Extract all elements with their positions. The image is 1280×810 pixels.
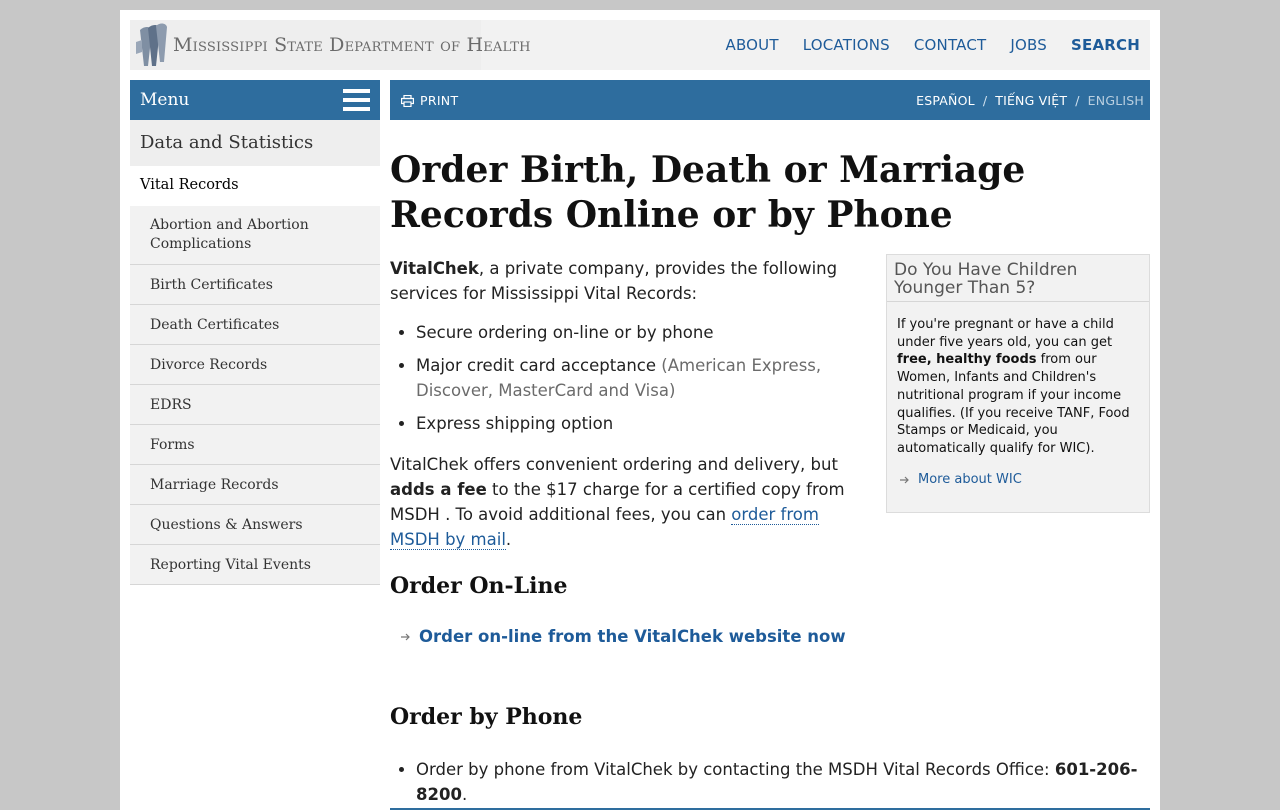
nav-search[interactable]: SEARCH (1071, 36, 1140, 54)
intro-paragraph: VitalChek, a private company, provides t… (390, 259, 838, 303)
sidebar-item-edrs[interactable]: EDRS (130, 385, 380, 425)
more-about-wic-link[interactable]: More about WIC (899, 472, 1022, 487)
language-switcher: ESPAÑOL / TIẾNG VIỆT / ENGLISH (916, 93, 1144, 108)
fee-paragraph: VitalChek offers convenient ordering and… (390, 455, 845, 550)
sidebar-item-forms[interactable]: Forms (130, 425, 380, 465)
sidebar-item-reporting-vital-events[interactable]: Reporting Vital Events (130, 545, 380, 585)
arrow-right-icon (401, 633, 410, 640)
logo-text: Mississippi State Department of Health (173, 34, 531, 56)
list-item: Express shipping option (416, 411, 870, 436)
main-content: PRINT ESPAÑOL / TIẾNG VIỆT / ENGLISH Order B… (390, 80, 1150, 810)
services-list: Secure ordering on-line or by phone Majo… (390, 320, 870, 436)
lang-english: ENGLISH (1087, 93, 1144, 108)
site-header: Mississippi State Department of Health A… (130, 20, 1150, 70)
nav-contact[interactable]: CONTACT (914, 36, 987, 54)
sidebar-item-abortion[interactable]: Abortion and Abortion Complications (130, 206, 380, 265)
wic-callout-title: Do You Have Children Younger Than 5? (887, 255, 1149, 302)
hamburger-icon (343, 89, 370, 111)
nav-locations[interactable]: LOCATIONS (803, 36, 890, 54)
sidebar-item-death-certificates[interactable]: Death Certificates (130, 305, 380, 345)
sidebar-subnav: Abortion and Abortion Complications Birt… (130, 206, 380, 585)
printer-icon (401, 94, 414, 107)
print-button[interactable]: PRINT (401, 93, 458, 108)
sidebar-item-marriage-records[interactable]: Marriage Records (130, 465, 380, 505)
wic-callout-text: If you're pregnant or have a child under… (897, 317, 1130, 456)
current-page-label: Vital Records (140, 177, 239, 193)
order-by-phone-heading: Order by Phone (390, 704, 583, 730)
order-online-heading: Order On-Line (390, 573, 568, 599)
sidebar-item-questions-answers[interactable]: Questions & Answers (130, 505, 380, 545)
vitalchek-website-link[interactable]: Order on-line from the VitalChek website… (400, 627, 846, 646)
list-item: Secure ordering on-line or by phone (416, 320, 870, 345)
lang-separator: / (1075, 93, 1080, 108)
sidebar-item-divorce-records[interactable]: Divorce Records (130, 345, 380, 385)
sidebar-section-data-statistics[interactable]: Data and Statistics (130, 120, 380, 166)
lang-separator: / (982, 93, 988, 108)
menu-toggle[interactable]: Menu (130, 80, 380, 120)
page-title: Order Birth, Death or Marriage Records O… (390, 149, 1026, 236)
section-title-label: Data and Statistics (140, 132, 314, 153)
nav-about[interactable]: ABOUT (725, 36, 778, 54)
menu-label: Menu (140, 90, 190, 110)
page-toolbar: PRINT ESPAÑOL / TIẾNG VIỆT / ENGLISH (390, 80, 1150, 120)
sidebar: Menu Data and Statistics Vital Records A… (130, 80, 380, 585)
top-navigation: ABOUT LOCATIONS CONTACT JOBS SEARCH (701, 20, 1140, 70)
nav-jobs[interactable]: JOBS (1010, 36, 1047, 54)
arrow-right-icon (900, 476, 909, 483)
vitalchek-name: VitalChek (390, 259, 479, 278)
wic-callout: Do You Have Children Younger Than 5? If … (886, 254, 1150, 513)
sidebar-item-vital-records[interactable]: Vital Records (130, 166, 380, 206)
lang-espanol[interactable]: ESPAÑOL (916, 93, 975, 108)
lang-tieng-viet[interactable]: TIẾNG VIỆT (995, 93, 1067, 108)
list-item: Major credit card acceptance (American E… (416, 353, 870, 403)
sidebar-item-birth-certificates[interactable]: Birth Certificates (130, 265, 380, 305)
msdh-logo-mark-icon (136, 23, 167, 66)
page-container: Mississippi State Department of Health A… (120, 10, 1160, 810)
print-label: PRINT (420, 93, 459, 108)
intro-column: VitalChek, a private company, provides t… (390, 256, 870, 552)
msdh-logo[interactable]: Mississippi State Department of Health (130, 20, 530, 70)
